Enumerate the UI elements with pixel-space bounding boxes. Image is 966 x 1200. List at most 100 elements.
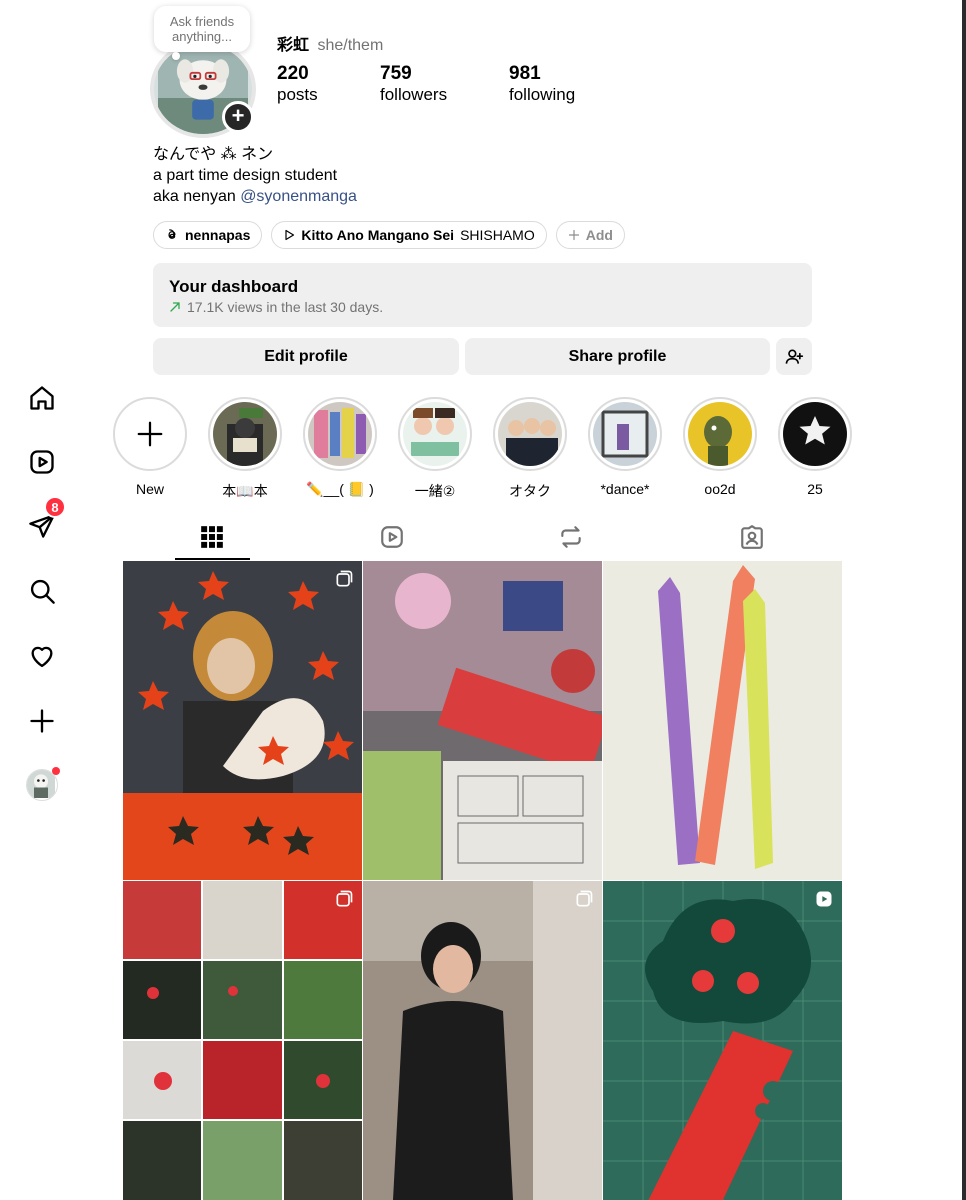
- song-artist: SHISHAMO: [460, 227, 535, 243]
- highlight-item[interactable]: oo2d: [682, 397, 758, 497]
- grid-post[interactable]: [603, 561, 842, 880]
- tab-posts-grid[interactable]: [175, 517, 249, 557]
- music-chip[interactable]: Kitto Ano Mangano Sei SHISHAMO: [271, 221, 547, 249]
- profile-nav-button[interactable]: [24, 767, 60, 803]
- grid-post[interactable]: [603, 881, 842, 1200]
- highlight-cover: [593, 402, 657, 466]
- highlight-label: *dance*: [600, 481, 650, 497]
- heart-icon: [31, 646, 53, 668]
- highlight-cover: [403, 402, 467, 466]
- username-row: 彩虹 she/them: [277, 31, 383, 55]
- followers-label: followers: [380, 85, 448, 104]
- pronouns: she/them: [317, 37, 384, 54]
- grid-post[interactable]: [363, 561, 602, 880]
- repost-icon: [561, 526, 581, 548]
- search-nav-button[interactable]: [24, 573, 60, 609]
- tab-reels[interactable]: [355, 517, 429, 557]
- highlight-label: 本📖本: [222, 483, 268, 499]
- search-icon: [30, 579, 55, 604]
- highlight-item[interactable]: 一緒②: [397, 397, 473, 501]
- carousel-icon: [336, 570, 353, 587]
- dashboard-subtitle: 17.1K views in the last 30 days.: [187, 299, 384, 315]
- bio-line-3: aka nenyan @syonenmanga: [153, 186, 357, 207]
- note-bubble[interactable]: Ask friends anything...: [154, 6, 250, 60]
- plus-icon: [137, 421, 163, 447]
- add-story-button[interactable]: +: [222, 101, 254, 133]
- highlight-cover: [213, 402, 277, 466]
- notifications-nav-button[interactable]: [24, 638, 60, 674]
- discover-people-button[interactable]: [776, 338, 812, 375]
- highlight-ring: [588, 397, 662, 471]
- reels-nav-button[interactable]: [24, 444, 60, 480]
- highlight-ring: [303, 397, 377, 471]
- add-chip-button[interactable]: Add: [555, 221, 625, 249]
- share-profile-button[interactable]: Share profile: [465, 338, 770, 375]
- reel-badge-icon: [816, 891, 832, 907]
- carousel-icon: [336, 890, 353, 907]
- tab-reposts[interactable]: [534, 517, 608, 557]
- threads-icon: [168, 229, 176, 239]
- trend-up-icon: [170, 302, 180, 312]
- home-icon: [30, 386, 54, 410]
- highlight-ring: [208, 397, 282, 471]
- followers-stat[interactable]: 759 followers: [380, 63, 447, 105]
- bio-line-3-text: aka nenyan: [153, 188, 241, 205]
- add-chip-label: Add: [585, 227, 613, 243]
- tagged-icon: [741, 525, 763, 549]
- bio-mention-link[interactable]: @syonenmanga: [240, 188, 357, 205]
- bio: なんでや ⁂ ネン a part time design student aka…: [153, 144, 357, 207]
- posts-label: posts: [277, 85, 318, 104]
- profile-chips: nennapas Kitto Ano Mangano Sei SHISHAMO …: [153, 221, 625, 249]
- dashboard-title: Your dashboard: [169, 277, 299, 296]
- highlight-cover: [498, 402, 562, 466]
- home-nav-button[interactable]: [24, 380, 60, 416]
- post-image: [363, 881, 602, 1200]
- highlight-cover: [688, 402, 752, 466]
- grid-post[interactable]: [123, 881, 362, 1200]
- followers-count: 759: [380, 63, 412, 84]
- post-image: [363, 561, 602, 880]
- dashboard-subtitle-row: 17.1K views in the last 30 days.: [169, 299, 796, 315]
- highlight-label: New: [135, 481, 164, 497]
- posts-stat: 220 posts: [277, 63, 318, 105]
- threads-chip[interactable]: nennapas: [153, 221, 263, 249]
- tab-tagged[interactable]: [715, 517, 789, 557]
- highlight-item[interactable]: *dance*: [587, 397, 663, 497]
- following-count: 981: [509, 63, 541, 84]
- plus-icon: [30, 709, 54, 733]
- create-nav-button[interactable]: [24, 703, 60, 739]
- add-person-icon: [785, 349, 804, 364]
- profile-notification-dot: [52, 767, 60, 775]
- highlight-label: オタク: [509, 483, 551, 499]
- highlight-label: 25: [807, 481, 823, 497]
- grid-post[interactable]: [363, 881, 602, 1200]
- plus-icon: [568, 229, 579, 241]
- highlight-ring: [113, 397, 187, 471]
- highlight-item[interactable]: オタク: [492, 397, 568, 501]
- active-tab-indicator: [175, 558, 250, 560]
- highlight-ring: [683, 397, 757, 471]
- highlight-item[interactable]: 本📖本: [207, 397, 283, 501]
- following-stat[interactable]: 981 following: [509, 63, 575, 105]
- messages-badge: 8: [44, 496, 66, 518]
- highlight-ring: [398, 397, 472, 471]
- messages-nav-button[interactable]: 8: [24, 496, 66, 544]
- carousel-icon: [576, 890, 593, 907]
- threads-handle: nennapas: [185, 227, 251, 243]
- grid-post[interactable]: [123, 561, 362, 880]
- edit-profile-button[interactable]: Edit profile: [153, 338, 459, 375]
- bio-line-2: a part time design student: [153, 167, 338, 184]
- highlight-item[interactable]: 25: [777, 397, 853, 497]
- highlight-label: 一緒②: [414, 483, 456, 499]
- highlight-item[interactable]: ✏️__( 📒 ): [302, 397, 378, 498]
- highlight-new[interactable]: New: [112, 397, 188, 497]
- highlight-ring: [778, 397, 852, 471]
- following-label: following: [509, 85, 576, 104]
- post-image: [603, 561, 842, 880]
- play-icon: [285, 229, 295, 241]
- highlight-cover: [783, 402, 847, 466]
- professional-dashboard[interactable]: Your dashboard 17.1K views in the last 3…: [153, 263, 812, 327]
- window-edge: [962, 0, 966, 1200]
- highlight-label: ✏️__( 📒 ): [306, 481, 374, 497]
- grid-icon: [201, 526, 223, 548]
